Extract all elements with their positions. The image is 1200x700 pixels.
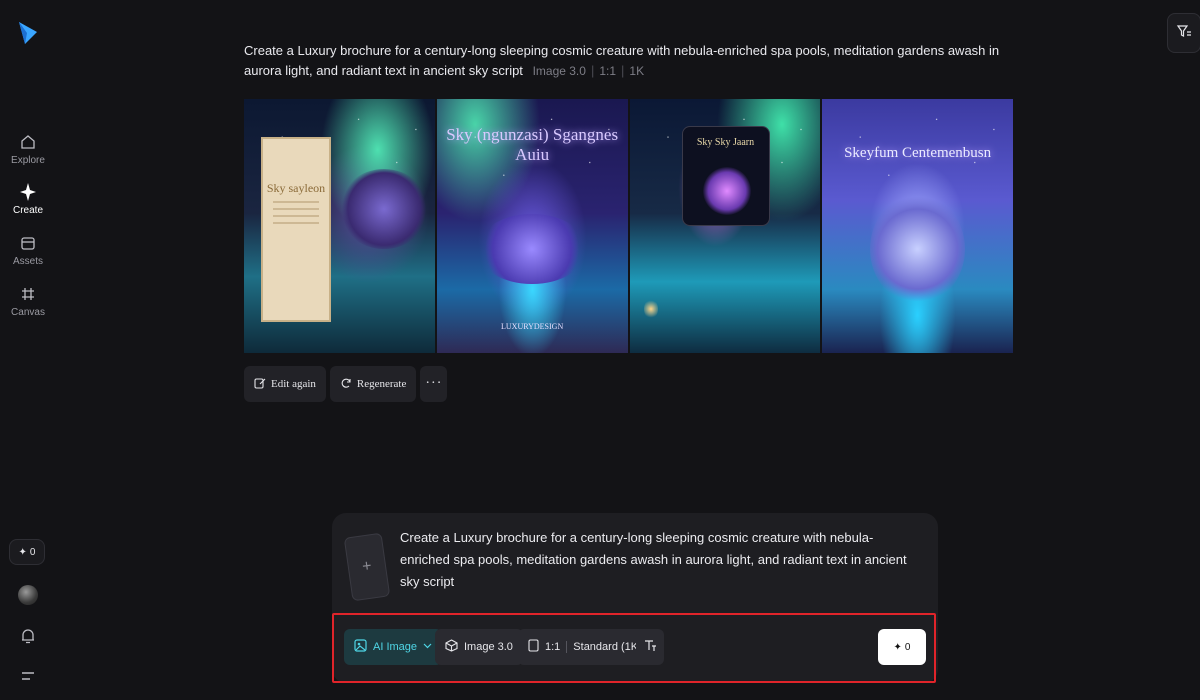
mode-label: AI Image (373, 641, 418, 653)
generated-images: Sky sayleon Sky (ngunzasi) Sgangnes Auiu… (244, 99, 1013, 353)
image-mode-icon (354, 639, 367, 655)
sidebar-item-explore[interactable]: Explore (0, 132, 56, 166)
generated-image-1[interactable]: Sky sayleon (244, 99, 435, 353)
mode-selector[interactable]: AI Image (344, 629, 443, 665)
regenerate-label: Regenerate (356, 378, 407, 390)
sidebar-item-label: Canvas (11, 307, 45, 318)
sparkle-icon (18, 182, 38, 202)
model-meta: Image 3.0 (532, 64, 586, 78)
generated-image-2[interactable]: Sky (ngunzasi) Sgangnes Auiu LUXURYDESIG… (436, 99, 628, 353)
edit-icon (254, 377, 266, 392)
sidebar-item-label: Create (12, 205, 43, 216)
edit-again-button[interactable]: Edit again (244, 366, 326, 402)
brochure-card: Sky Sky Jaarn (681, 126, 770, 226)
text-icon (644, 639, 657, 655)
aspect-ratio-icon (528, 639, 539, 655)
model-selector[interactable]: Image 3.0 (435, 629, 523, 665)
home-icon (18, 132, 38, 152)
sidebar-item-canvas[interactable]: Canvas (0, 284, 56, 318)
brochure-card: Sky sayleon (261, 137, 331, 322)
sidebar-item-label: Assets (12, 256, 43, 267)
image-caption: Sky Sky Jaarn (696, 137, 755, 148)
resolution-meta: 1K (629, 64, 645, 78)
filter-icon (1176, 23, 1192, 44)
avatar[interactable] (18, 585, 38, 605)
composer-toolbar: AI Image Image 3.0 1:1 Standard (1K) ✦ 0 (332, 613, 936, 683)
generate-credits: 0 (904, 641, 911, 653)
plus-icon: + (361, 557, 373, 576)
ratio-meta: 1:1 (599, 64, 617, 78)
image-caption: Skeyfum Centemenbusn (844, 145, 992, 161)
hash-grid-icon (18, 284, 38, 304)
credits-badge[interactable]: ✦ 0 (9, 539, 45, 565)
refresh-icon (340, 377, 352, 392)
sidebar: Explore Create Assets Canvas ✦ 0 (0, 0, 56, 700)
menu-icon[interactable] (18, 666, 38, 686)
text-style-button[interactable] (636, 629, 664, 665)
more-icon: ··· (425, 376, 443, 391)
sparkle-icon: ✦ (18, 546, 27, 558)
credits-count: 0 (29, 546, 36, 558)
bell-icon[interactable] (18, 626, 38, 646)
regenerate-button[interactable]: Regenerate (329, 366, 417, 402)
cube-icon (445, 639, 458, 655)
prompt-input[interactable]: Create a Luxury brochure for a century-l… (400, 527, 920, 593)
sparkle-icon: ✦ (893, 641, 902, 653)
quality-label: Standard (1K) (573, 641, 642, 653)
sidebar-item-label: Explore (11, 155, 45, 166)
filter-button[interactable] (1167, 13, 1200, 53)
ratio-quality-selector[interactable]: 1:1 Standard (1K) (518, 629, 652, 665)
app-logo-icon[interactable] (16, 20, 40, 46)
folder-icon (18, 233, 38, 253)
sidebar-item-assets[interactable]: Assets (0, 233, 56, 267)
sidebar-item-create[interactable]: Create (0, 182, 56, 216)
ratio-label: 1:1 (545, 641, 561, 653)
model-label: Image 3.0 (464, 641, 513, 653)
chevron-down-icon (423, 641, 432, 653)
prompt-composer: + Create a Luxury brochure for a century… (332, 513, 938, 683)
generated-image-3[interactable]: Sky Sky Jaarn (629, 99, 821, 353)
image-footer: LUXURYDESIGN (501, 322, 564, 331)
generated-image-4[interactable]: Skeyfum Centemenbusn (822, 99, 1013, 353)
generate-button[interactable]: ✦ 0 (878, 629, 926, 665)
image-caption: Sky sayleon (266, 181, 326, 195)
edit-again-label: Edit again (271, 378, 316, 390)
upload-reference-button[interactable]: + (343, 532, 391, 602)
more-options-button[interactable]: ··· (420, 366, 448, 402)
image-actions: Edit again Regenerate ··· (244, 366, 448, 402)
generation-prompt: Create a Luxury brochure for a century-l… (244, 43, 1000, 78)
image-caption: Sky (ngunzasi) Sgangnes Auiu (446, 125, 619, 164)
